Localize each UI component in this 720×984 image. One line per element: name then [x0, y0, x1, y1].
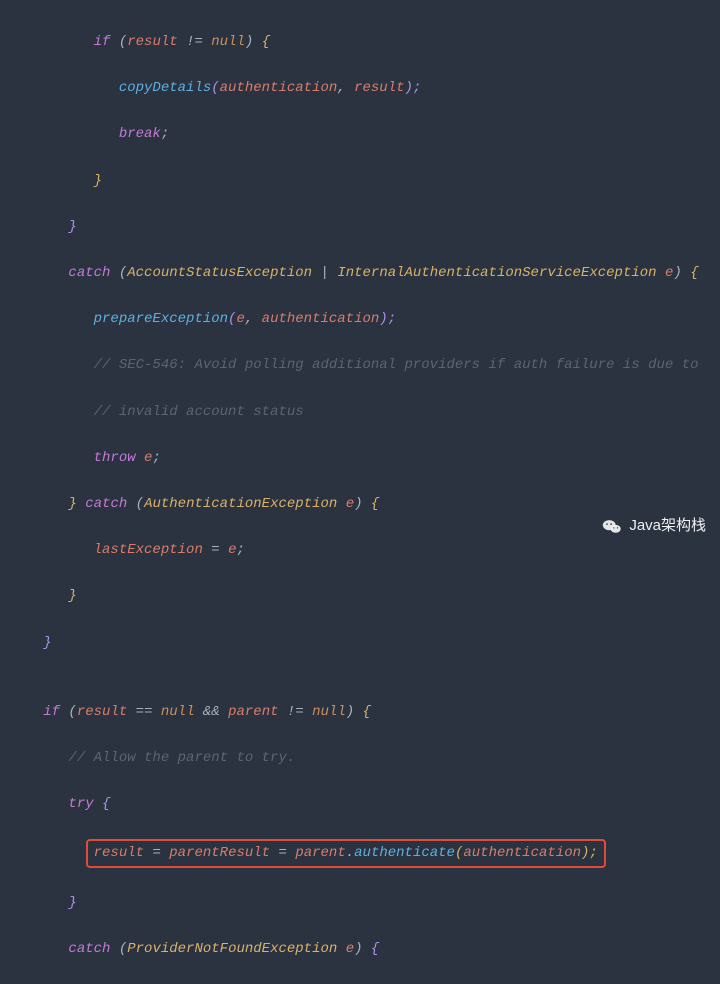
code-line: if (result != null) {	[0, 31, 720, 54]
code-line: catch (ProviderNotFoundException e) {	[0, 938, 720, 961]
code-block: if (result != null) { copyDetails(authen…	[0, 0, 720, 984]
code-line: }	[0, 892, 720, 915]
code-line: }	[0, 216, 720, 239]
code-line: try {	[0, 793, 720, 816]
code-line-highlighted: result = parentResult = parent.authentic…	[0, 839, 720, 868]
code-line: // Allow the parent to try.	[0, 747, 720, 770]
code-line: }	[0, 170, 720, 193]
code-line: catch (AccountStatusException | Internal…	[0, 262, 720, 285]
code-line: }	[0, 585, 720, 608]
watermark: Java架构栈	[601, 514, 706, 539]
watermark-label: Java架构栈	[629, 514, 706, 539]
code-line: prepareException(e, authentication);	[0, 308, 720, 331]
wechat-icon	[601, 516, 623, 538]
code-line: }	[0, 632, 720, 655]
code-line: // SEC-546: Avoid polling additional pro…	[0, 354, 720, 377]
code-line: throw e;	[0, 447, 720, 470]
code-line: break;	[0, 123, 720, 146]
code-line: copyDetails(authentication, result);	[0, 77, 720, 100]
comment: // Allow the parent to try.	[68, 750, 295, 766]
highlight-box: result = parentResult = parent.authentic…	[86, 839, 606, 868]
keyword-if: if	[94, 34, 111, 50]
code-line: if (result == null && parent != null) {	[0, 701, 720, 724]
code-line: // invalid account status	[0, 401, 720, 424]
comment: // invalid account status	[94, 404, 304, 420]
code-line: } catch (AuthenticationException e) {	[0, 493, 720, 516]
comment: // SEC-546: Avoid polling additional pro…	[94, 357, 699, 373]
